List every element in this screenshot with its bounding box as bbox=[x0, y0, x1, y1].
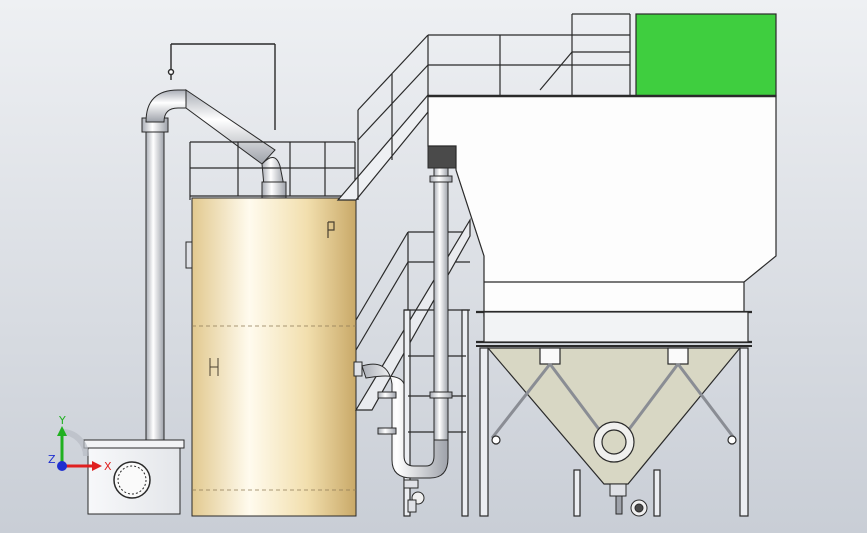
z-axis-label: Z bbox=[48, 453, 56, 466]
x-axis-label: X bbox=[104, 460, 112, 473]
cad-viewport[interactable]: Y X Z bbox=[0, 0, 867, 533]
pump-box bbox=[83, 439, 185, 515]
assembly-drawing: Y X Z bbox=[0, 0, 867, 533]
y-axis-label: Y bbox=[58, 414, 66, 427]
absorption-tank bbox=[185, 197, 363, 517]
